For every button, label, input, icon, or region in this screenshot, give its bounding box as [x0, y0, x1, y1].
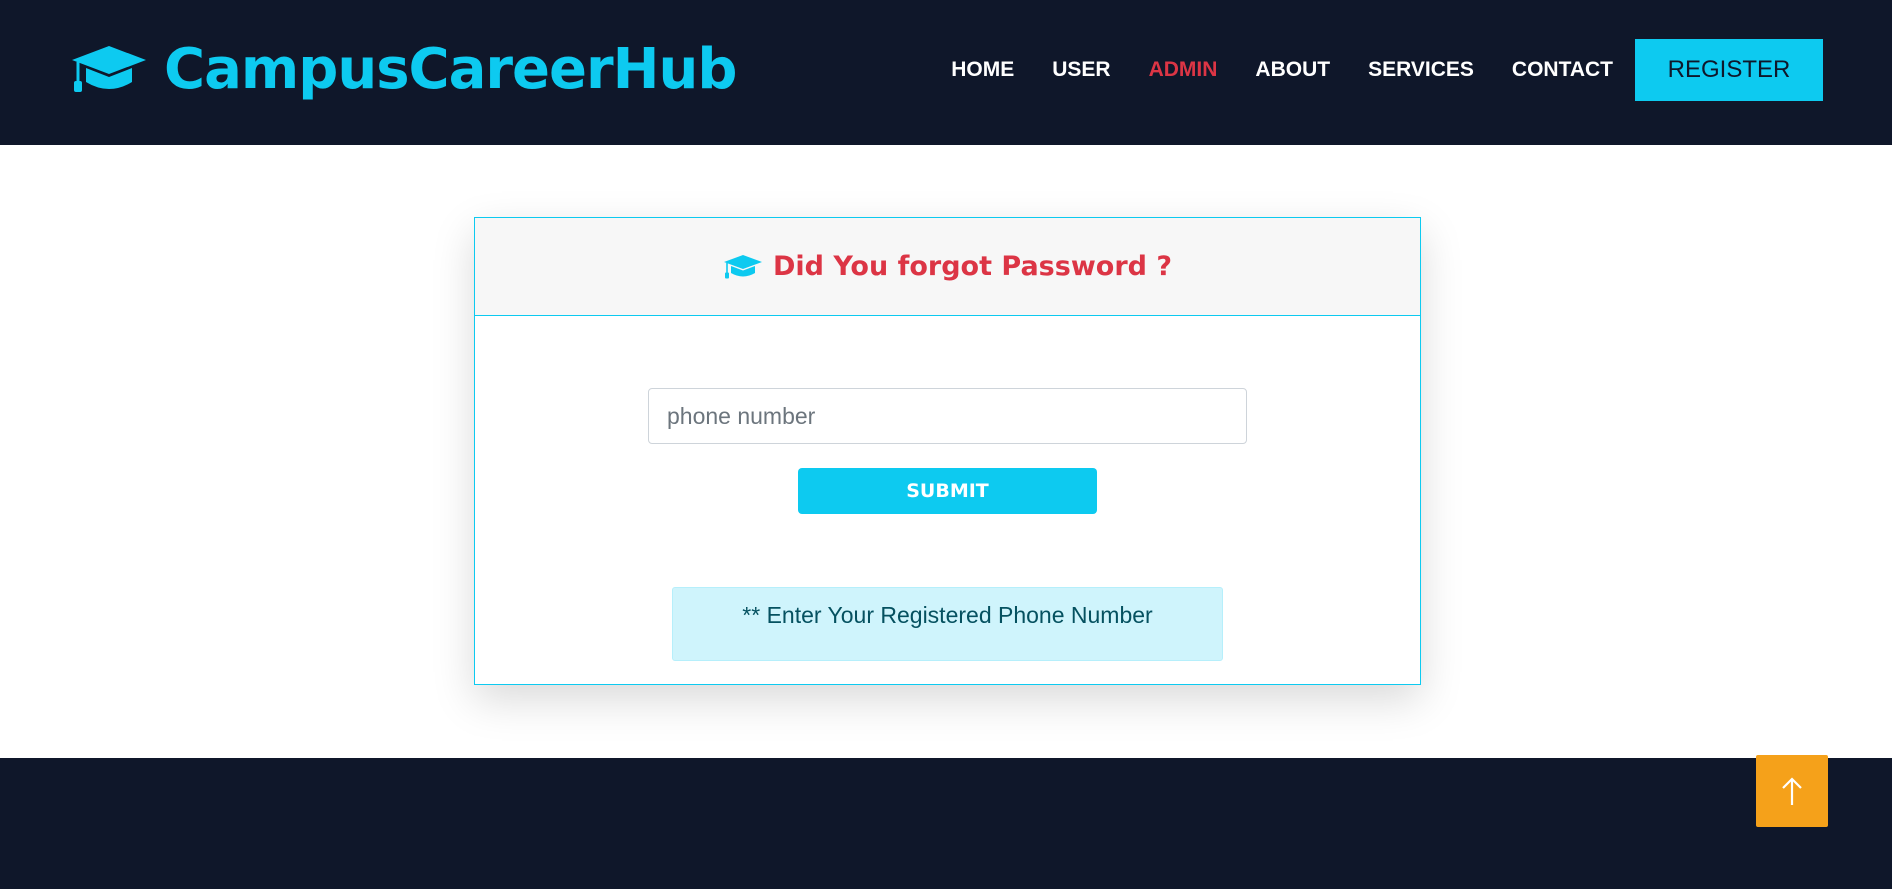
- arrow-up-icon: [1782, 777, 1802, 805]
- submit-button[interactable]: SUBMIT: [798, 468, 1097, 514]
- nav-link-about[interactable]: ABOUT: [1255, 58, 1330, 82]
- graduation-cap-icon: [723, 254, 762, 278]
- nav-link-home[interactable]: HOME: [951, 58, 1014, 82]
- nav-link-admin[interactable]: ADMIN: [1149, 58, 1218, 82]
- nav-link-services[interactable]: SERVICES: [1368, 58, 1474, 82]
- brand-logo[interactable]: CampusCareerHub: [70, 32, 737, 108]
- info-alert: ** Enter Your Registered Phone Number: [672, 587, 1223, 661]
- graduation-cap-icon: [72, 46, 146, 92]
- nav-link-contact[interactable]: CONTACT: [1512, 58, 1613, 82]
- forgot-password-card: Did You forgot Password ? SUBMIT ** Ente…: [474, 217, 1421, 685]
- card-title: Did You forgot Password ?: [772, 251, 1173, 282]
- register-button[interactable]: REGISTER: [1635, 39, 1823, 101]
- brand-name: CampusCareerHub: [164, 37, 737, 102]
- back-to-top-button[interactable]: [1756, 755, 1828, 827]
- card-header: Did You forgot Password ?: [475, 218, 1420, 316]
- navbar: CampusCareerHub HOME USER ADMIN ABOUT SE…: [0, 0, 1892, 145]
- nav-link-user[interactable]: USER: [1052, 58, 1110, 82]
- footer: [0, 758, 1892, 889]
- phone-number-input[interactable]: [648, 388, 1247, 444]
- nav-links: HOME USER ADMIN ABOUT SERVICES CONTACT: [951, 50, 1613, 90]
